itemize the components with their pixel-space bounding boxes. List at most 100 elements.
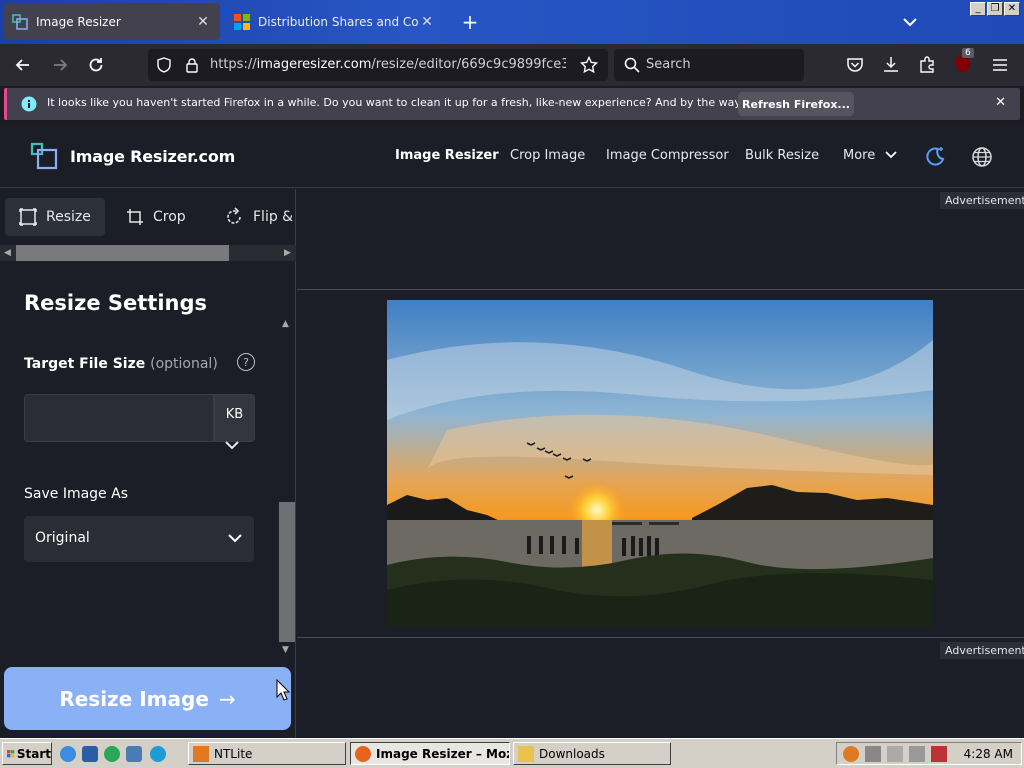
close-tab-icon[interactable]: ✕ [418, 14, 436, 30]
close-notification-icon[interactable]: ✕ [995, 95, 1006, 110]
windows-logo-icon [7, 749, 15, 757]
search-placeholder: Search [646, 57, 691, 72]
nav-image-compressor[interactable]: Image Compressor [606, 148, 729, 163]
scroll-up-icon[interactable]: ▲ [282, 319, 289, 329]
tool-crop[interactable]: Crop [112, 198, 200, 236]
tab-image-resizer[interactable]: Image Resizer ✕ [4, 3, 220, 40]
settings-title: Resize Settings [24, 291, 208, 315]
arrow-right-icon: → [218, 686, 236, 711]
task-label: Downloads [539, 746, 605, 761]
search-input[interactable]: Search [614, 49, 804, 81]
hamburger-menu-icon[interactable] [991, 56, 1009, 74]
task-downloads[interactable]: Downloads [513, 742, 671, 765]
notification-bar: It looks like you haven't started Firefo… [4, 88, 1020, 120]
scrollbar-thumb[interactable] [16, 245, 229, 261]
new-tab-icon[interactable]: + [456, 8, 484, 36]
minimize-icon[interactable]: _ [970, 2, 986, 16]
url-text: https://imageresizer.com/resize/editor/6… [210, 57, 566, 72]
show-desktop-icon[interactable] [82, 746, 98, 762]
task-ntlite[interactable]: NTLite [188, 742, 346, 765]
chevron-down-icon [228, 534, 242, 543]
site-header: Image Resizer.com Image Resizer Crop Ima… [0, 124, 1024, 188]
scroll-right-icon[interactable]: ▶ [284, 248, 291, 258]
scroll-down-icon[interactable]: ▼ [282, 645, 289, 655]
firefox-icon [355, 745, 371, 762]
extensions-puzzle-icon[interactable] [918, 55, 936, 73]
url-bar[interactable]: https://imageresizer.com/resize/editor/6… [148, 49, 608, 81]
folder-icon [518, 745, 534, 762]
ublock-extension-icon[interactable]: 6 [954, 48, 974, 74]
downloads-icon[interactable] [882, 55, 900, 73]
tool-label: Resize [46, 209, 91, 225]
volume-muted-icon[interactable] [931, 746, 947, 762]
help-icon[interactable]: ? [237, 353, 255, 371]
scrollbar-thumb[interactable] [279, 502, 295, 642]
tools-horizontal-scrollbar[interactable]: ◀ ▶ [0, 245, 296, 261]
network-icon[interactable] [909, 746, 925, 762]
system-tray: 4:28 AM [836, 742, 1022, 765]
close-tab-icon[interactable]: ✕ [194, 14, 212, 30]
rotate-icon [227, 207, 241, 224]
reload-icon[interactable] [83, 52, 109, 78]
chevron-down-icon [885, 151, 898, 159]
tab-label: Distribution Shares and Configuratio [258, 14, 418, 29]
save-as-select[interactable]: Original [24, 516, 254, 562]
window-controls: _ ❐ ✕ [970, 2, 1020, 16]
nav-image-resizer[interactable]: Image Resizer [395, 148, 499, 163]
clock: 4:28 AM [963, 747, 1013, 761]
close-window-icon[interactable]: ✕ [1004, 2, 1020, 16]
resize-icon [19, 208, 37, 226]
dark-mode-moon-icon[interactable] [924, 145, 946, 167]
chevron-down-icon[interactable] [898, 10, 922, 34]
url-prefix: https:// [210, 57, 257, 72]
mouse-cursor-icon [276, 679, 290, 701]
tool-flip-rotate[interactable]: Flip & R [210, 198, 296, 236]
settings-panel: Resize Crop Flip & R ◀ ▶ Resize Settings… [0, 189, 296, 738]
edge-icon[interactable] [150, 746, 166, 762]
start-label: Start [16, 746, 51, 761]
back-icon[interactable] [10, 52, 36, 78]
flag-icon[interactable] [887, 746, 903, 762]
task-label: Image Resizer – Moz... [376, 746, 509, 761]
advertisement-label: Advertisement [940, 192, 1024, 209]
target-file-size-input[interactable] [24, 394, 214, 442]
refresh-firefox-button[interactable]: Refresh Firefox... [738, 92, 854, 116]
internet-explorer-icon[interactable] [60, 746, 76, 762]
resize-image-button[interactable]: Resize Image → [4, 667, 291, 730]
bookmark-star-icon[interactable] [580, 56, 598, 74]
nav-more-label: More [843, 148, 876, 163]
target-file-size-label: Target File Size (optional) [24, 356, 218, 372]
logo-text: Image Resizer.com [70, 146, 236, 166]
divider [297, 289, 1024, 290]
resize-button-label: Resize Image [59, 686, 209, 711]
scroll-left-icon[interactable]: ◀ [4, 248, 11, 258]
pocket-icon[interactable] [846, 56, 864, 74]
search-magnifier-icon[interactable] [843, 746, 859, 762]
explorer-icon[interactable] [126, 746, 142, 762]
url-path: /resize/editor/669c9c9899fce3bf9b7 [371, 57, 566, 72]
tab-label: Image Resizer [36, 14, 121, 29]
tool-label: Flip & R [253, 209, 296, 225]
nav-bulk-resize[interactable]: Bulk Resize [745, 148, 819, 163]
tab-distribution-shares[interactable]: Distribution Shares and Configuratio ✕ [226, 3, 444, 40]
windows-taskbar: Start NTLite Image Resizer – Moz... Down… [0, 738, 1024, 768]
save-as-value: Original [35, 530, 90, 546]
notification-message: It looks like you haven't started Firefo… [47, 96, 831, 109]
tool-resize[interactable]: Resize [5, 198, 105, 236]
forward-icon[interactable] [47, 52, 73, 78]
chevron-down-icon[interactable] [224, 439, 240, 451]
task-firefox[interactable]: Image Resizer – Moz... [350, 742, 510, 765]
lock-icon[interactable] [184, 57, 200, 73]
shield-icon[interactable] [156, 57, 172, 73]
navigation-toolbar: https://imageresizer.com/resize/editor/6… [0, 44, 1024, 86]
nav-crop-image[interactable]: Crop Image [510, 148, 585, 163]
unit-select[interactable]: KB [214, 394, 255, 442]
keyboard-layout-icon[interactable] [865, 746, 881, 762]
language-globe-icon[interactable] [971, 146, 993, 168]
site-logo[interactable]: Image Resizer.com [30, 142, 235, 170]
start-button[interactable]: Start [2, 742, 52, 765]
nav-more[interactable]: More [843, 148, 898, 163]
preview-image [387, 300, 933, 627]
restore-icon[interactable]: ❐ [987, 2, 1003, 16]
media-player-icon[interactable] [104, 746, 120, 762]
